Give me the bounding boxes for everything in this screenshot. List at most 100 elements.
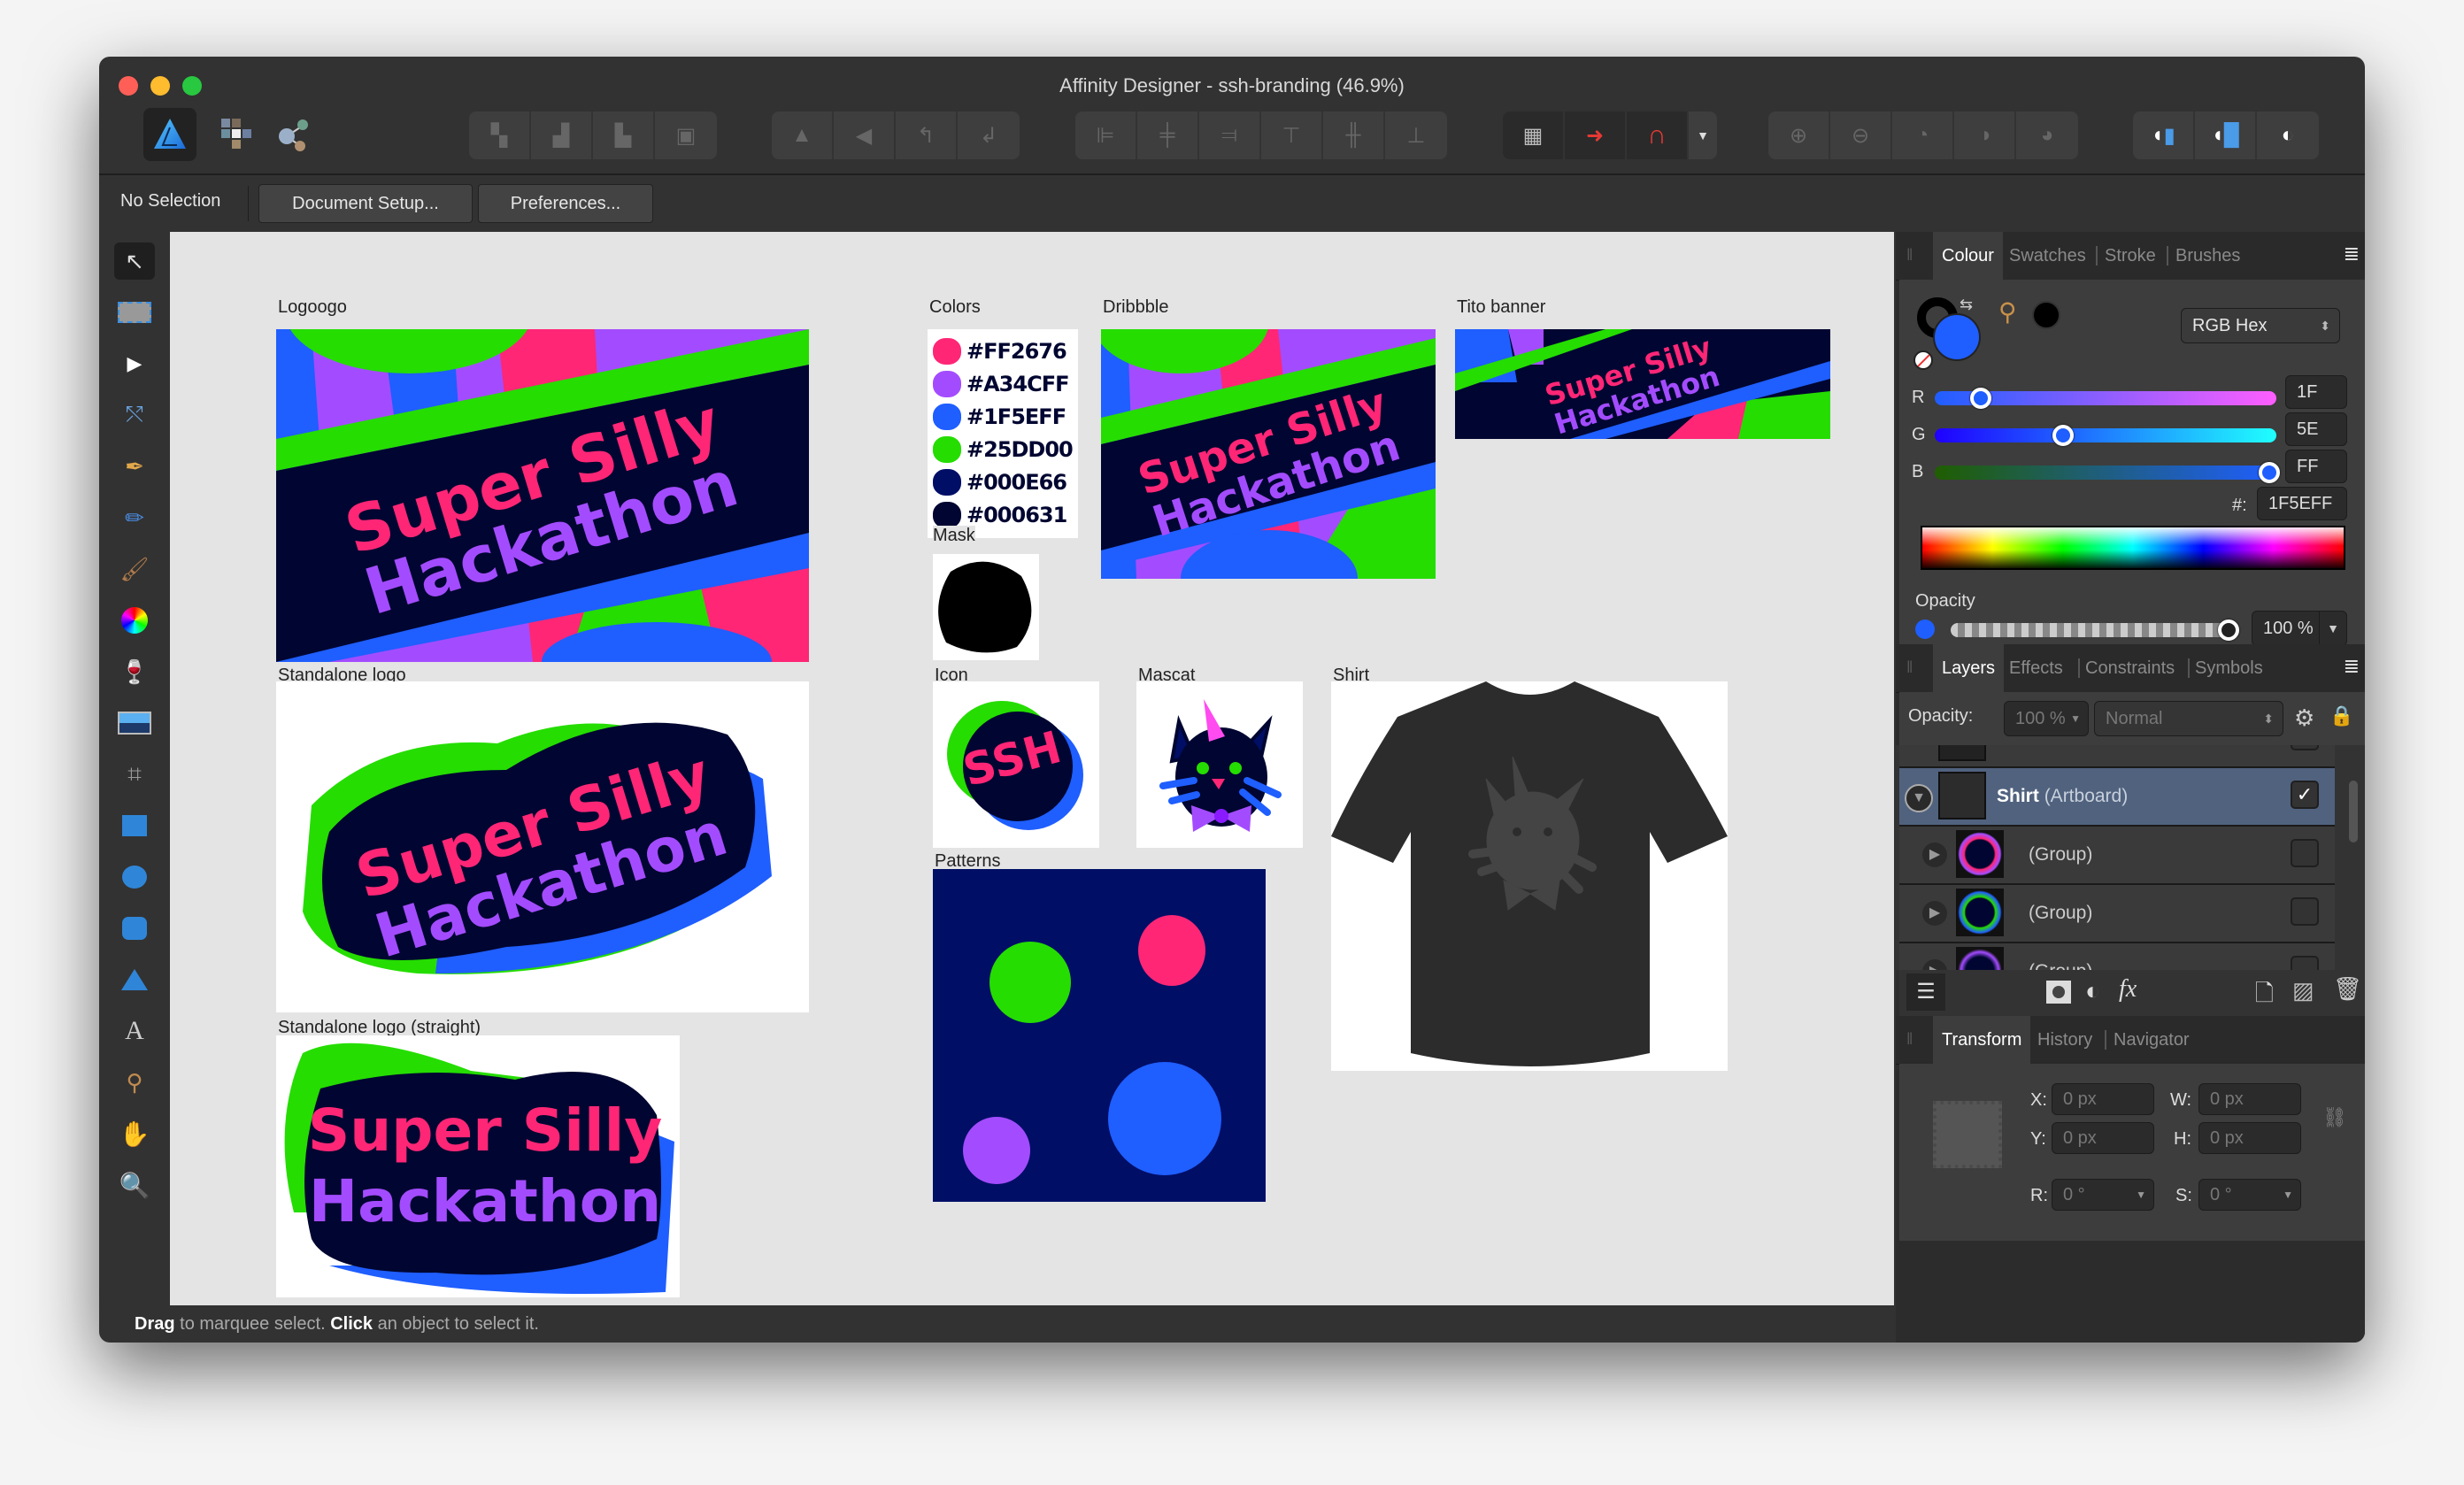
tab-colour[interactable]: Colour (1933, 232, 2003, 280)
trash-icon[interactable]: 🗑 (2333, 975, 2362, 1003)
swap-colors-icon[interactable]: ⇆ (1960, 296, 1973, 314)
eyedropper-icon[interactable]: ⚲ (1998, 297, 2017, 327)
document-setup-button[interactable]: Document Setup... (258, 184, 473, 223)
insert-inside-button[interactable]: ◖ █ (2195, 112, 2257, 159)
align-middle-button[interactable]: ╫ (1323, 112, 1385, 159)
artistic-text-tool[interactable]: A (114, 1012, 155, 1050)
no-fill-button[interactable] (1913, 350, 1933, 370)
pencil-tool[interactable]: ✏ (114, 499, 155, 536)
snapping-button[interactable]: ∩ (1627, 112, 1689, 159)
layers-stack-button[interactable]: ☰ (1906, 973, 1945, 1011)
insert-front-button[interactable]: ◐ (2257, 112, 2319, 159)
move-back-one-button[interactable]: ▟ (531, 112, 593, 159)
tab-transform[interactable]: Transform (1933, 1016, 2031, 1064)
align-top-button[interactable]: ⊤ (1261, 112, 1323, 159)
link-proportions-icon[interactable]: ⛓ (2322, 1106, 2347, 1129)
pixel-persona-button[interactable] (209, 108, 262, 161)
opacity-slider[interactable] (1951, 619, 2239, 641)
artboard-patterns[interactable] (933, 869, 1266, 1202)
artboard-tito-banner[interactable]: Super Silly Hackathon (1455, 329, 1830, 439)
layer-row[interactable]: ▶ (Group) (1899, 885, 2335, 943)
designer-persona-button[interactable] (143, 108, 196, 161)
layer-visibility-checkbox[interactable] (2291, 897, 2319, 926)
artboard-colors[interactable]: #FF2676 #A34CFF #1F5EFF #25DD00 #000E66 #0006… (928, 329, 1078, 538)
panel-grip-icon[interactable]: ‖ (1906, 246, 1913, 265)
b-slider-knob[interactable] (2259, 462, 2280, 483)
tab-constraints[interactable]: Constraints (2085, 644, 2175, 692)
zoom-tool[interactable]: 🔍 (114, 1166, 155, 1204)
move-tool[interactable]: ↖ (114, 242, 155, 280)
force-pixel-alignment-button[interactable]: ➜ (1565, 112, 1627, 159)
place-image-tool[interactable] (114, 704, 155, 742)
chevron-down-icon[interactable]: ▼ (2319, 612, 2346, 645)
fill-color-well[interactable] (1933, 313, 1981, 361)
tab-stroke[interactable]: Stroke (2105, 232, 2156, 280)
color-mode-select[interactable]: RGB Hex ⬍ (2181, 308, 2340, 343)
adjustment-icon[interactable]: ◐ (2085, 977, 2100, 1005)
rotate-left-button[interactable]: ↰ (896, 112, 958, 159)
align-bottom-button[interactable]: ⊥ (1385, 112, 1447, 159)
lock-icon[interactable]: 🔒 (2329, 704, 2353, 727)
subtract-button[interactable]: ⊖ (1830, 112, 1892, 159)
insert-behind-button[interactable]: ◖ ▮ (2133, 112, 2195, 159)
color-picker-tool[interactable]: ⚲ (114, 1064, 155, 1101)
expand-arrow-icon[interactable]: ▶ (1922, 959, 1947, 970)
layer-visibility-checkbox[interactable] (2291, 745, 2319, 750)
transparency-tool[interactable]: 🍷 (114, 653, 155, 690)
expand-arrow-icon[interactable]: ▶ (1922, 901, 1947, 926)
artboard-logoogo[interactable]: Super Silly Hackathon (276, 329, 809, 662)
tab-history[interactable]: History (2037, 1016, 2092, 1064)
node-tool[interactable]: ▶ (114, 345, 155, 382)
h-field[interactable]: 0 px (2198, 1122, 2301, 1154)
flip-vertical-button[interactable]: ◀ (834, 112, 896, 159)
snapping-dropdown-button[interactable]: ▼ (1689, 112, 1717, 159)
layer-row[interactable]: ▶ (Group) (1899, 943, 2335, 970)
artboard-icon[interactable]: SSH (933, 681, 1099, 848)
collapse-arrow-icon[interactable]: ▼ (1905, 784, 1933, 812)
artboard-standalone-logo[interactable]: Super Silly Hackathon (276, 681, 809, 1012)
new-layer-icon[interactable]: 🗋 (2255, 977, 2274, 1016)
expand-arrow-icon[interactable]: ▶ (1922, 843, 1947, 867)
triangle-tool[interactable] (114, 961, 155, 998)
opacity-value-field[interactable]: 100 % ▼ (2252, 611, 2347, 646)
add-button[interactable]: ⊕ (1768, 112, 1830, 159)
picked-color-well[interactable] (2032, 301, 2060, 329)
pen-tool[interactable]: ✒ (114, 448, 155, 485)
artboard-shirt[interactable] (1331, 681, 1728, 1071)
rounded-rectangle-tool[interactable] (114, 910, 155, 947)
layer-row[interactable]: ▶ (Group) (1899, 827, 2335, 885)
layer-visibility-checkbox[interactable] (2291, 839, 2319, 867)
crop-tool[interactable]: ⌗ (114, 756, 155, 793)
divide-button[interactable]: ◕ (2016, 112, 2078, 159)
point-transform-tool[interactable]: ⤲ (114, 396, 155, 434)
fill-tool[interactable] (114, 602, 155, 639)
fx-icon[interactable]: fx (2119, 975, 2137, 1004)
b-value-field[interactable]: FF (2285, 450, 2347, 483)
move-to-front-button[interactable]: ▣ (655, 112, 717, 159)
rotate-right-button[interactable]: ↲ (958, 112, 1020, 159)
layer-row[interactable] (1899, 745, 2335, 768)
panel-menu-icon[interactable]: ≣ (2344, 242, 2360, 265)
tab-brushes[interactable]: Brushes (2175, 232, 2240, 280)
artboard-dribbble[interactable]: Super Silly Hackathon (1101, 329, 1436, 579)
layer-opacity-field[interactable]: 100 % ▼ (2004, 701, 2089, 736)
preferences-button[interactable]: Preferences... (478, 184, 653, 223)
anchor-selector[interactable] (1933, 1101, 2002, 1168)
new-pixel-layer-icon[interactable]: ▨ (2292, 977, 2314, 1004)
view-tool[interactable]: ✋ (114, 1115, 155, 1152)
g-value-field[interactable]: 5E (2285, 412, 2347, 446)
artboard-standalone-logo-straight[interactable]: Super Silly Hackathon (276, 1035, 680, 1297)
blend-mode-select[interactable]: Normal ⬍ (2094, 701, 2283, 736)
artboard-mask[interactable] (933, 554, 1039, 660)
ellipse-tool[interactable] (114, 858, 155, 896)
layer-settings-gear-icon[interactable]: ⚙ (2294, 704, 2314, 732)
r-slider-knob[interactable] (1970, 388, 1992, 409)
canvas[interactable]: Logoogo Super Silly Hackathon Colors #FF… (170, 232, 1894, 1305)
opacity-slider-knob[interactable] (2218, 619, 2239, 641)
tab-effects[interactable]: Effects (2009, 644, 2063, 692)
move-to-back-button[interactable]: ▚ (469, 112, 531, 159)
w-field[interactable]: 0 px (2198, 1083, 2301, 1115)
b-slider[interactable] (1935, 462, 2280, 483)
align-left-button[interactable]: ⊫ (1075, 112, 1137, 159)
grid-button[interactable]: ▦ (1503, 112, 1565, 159)
